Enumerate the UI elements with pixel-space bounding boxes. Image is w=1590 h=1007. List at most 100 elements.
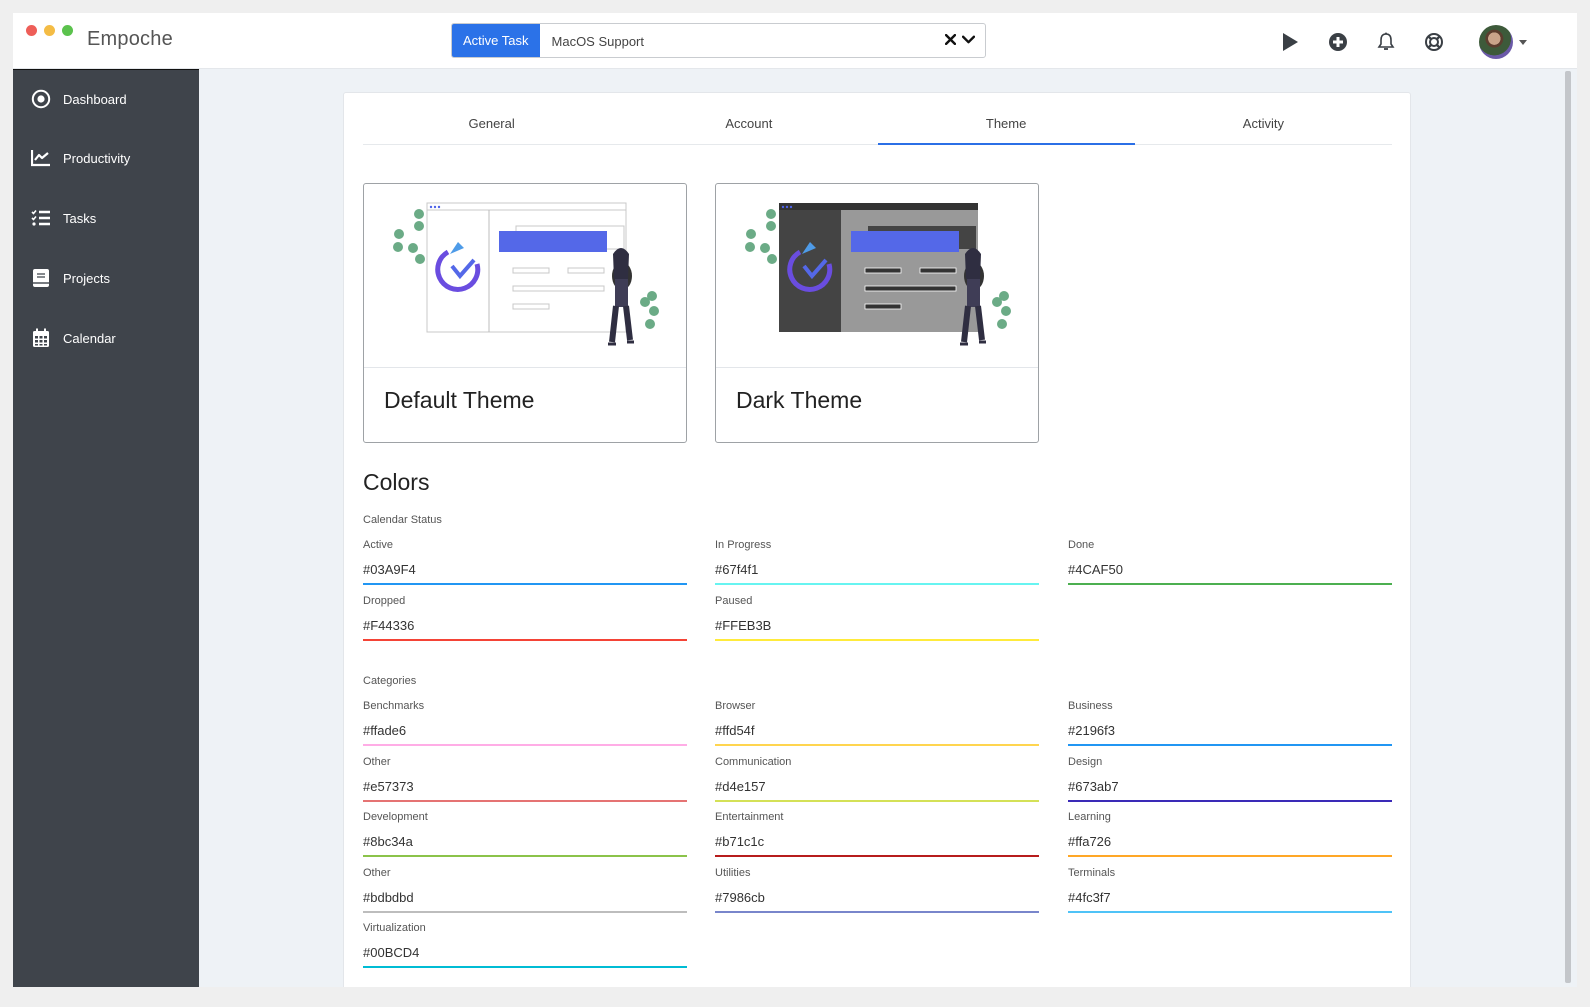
color-swatch-underline [715, 855, 1039, 857]
close-window-button[interactable] [26, 25, 37, 36]
color-swatch-underline [1068, 583, 1392, 585]
color-field-label: Browser [715, 700, 756, 712]
color-value-input[interactable] [363, 610, 687, 633]
active-task-select[interactable]: Active Task MacOS Support [451, 23, 986, 58]
color-field-design: Design [1068, 756, 1392, 802]
color-field-label: Benchmarks [363, 700, 425, 712]
color-value-input[interactable] [1068, 771, 1392, 794]
sidebar: Dashboard Productivity Tasks Projects Ca… [13, 69, 199, 987]
color-field-label: Learning [1068, 811, 1111, 823]
user-menu[interactable] [1479, 25, 1527, 59]
color-swatch-underline [363, 910, 687, 913]
tab-general[interactable]: General [363, 93, 620, 144]
color-value-input[interactable] [363, 771, 687, 794]
app-title: Empoche [87, 28, 173, 50]
color-field-other: Other [363, 867, 687, 913]
color-swatch-underline [1068, 799, 1392, 802]
color-field-label: Business [1068, 700, 1113, 712]
color-field-label: Paused [715, 594, 753, 607]
color-value-input[interactable] [715, 610, 1039, 633]
sidebar-item-dashboard[interactable]: Dashboard [13, 70, 199, 128]
active-task-value[interactable]: MacOS Support [540, 24, 945, 57]
colors-heading: Colors [363, 469, 430, 495]
tab-account[interactable]: Account [620, 93, 877, 144]
color-swatch-underline [715, 910, 1039, 913]
color-swatch-underline [363, 744, 687, 746]
tab-theme[interactable]: Theme [877, 93, 1136, 145]
avatar[interactable] [1479, 25, 1513, 59]
maximize-window-button[interactable] [62, 25, 73, 36]
color-value-input[interactable] [363, 938, 687, 960]
color-field-in-progress: In Progress [715, 539, 1039, 585]
color-value-input[interactable] [363, 827, 687, 849]
color-field-label: Communication [715, 755, 792, 768]
color-swatch-underline [363, 638, 687, 641]
color-field-label: Design [1068, 755, 1103, 768]
color-field-active: Active [363, 539, 687, 585]
app-window: Empoche Active Task MacOS Support Dashbo… [13, 13, 1577, 987]
color-swatch-underline [363, 966, 687, 968]
checklist-icon [31, 208, 51, 228]
color-field-label: Terminals [1068, 866, 1116, 879]
bell-icon[interactable] [1375, 31, 1397, 53]
sidebar-item-projects[interactable]: Projects [13, 248, 199, 308]
color-field-utilities: Utilities [715, 867, 1039, 913]
close-icon[interactable] [944, 32, 957, 49]
dark-theme-card[interactable]: Dark Theme [715, 183, 1039, 443]
color-field-label: In Progress [715, 539, 772, 551]
default-theme-card[interactable]: Default Theme [363, 183, 687, 443]
color-field-paused: Paused [715, 595, 1039, 641]
color-value-input[interactable] [1068, 716, 1392, 738]
sidebar-item-calendar[interactable]: Calendar [13, 308, 199, 368]
calendar-status-label: Calendar Status [363, 514, 442, 526]
color-field-dropped: Dropped [363, 595, 687, 641]
color-field-learning: Learning [1068, 811, 1392, 857]
settings-card: General Account Theme Activity Default T… [343, 92, 1411, 987]
color-swatch-underline [715, 583, 1039, 585]
sidebar-item-label: Productivity [63, 150, 131, 166]
sidebar-item-tasks[interactable]: Tasks [13, 188, 199, 248]
color-swatch-underline [715, 744, 1039, 746]
color-swatch-underline [363, 583, 687, 585]
color-swatch-underline [715, 638, 1039, 641]
plus-circle-icon[interactable] [1327, 31, 1349, 53]
tab-activity[interactable]: Activity [1135, 93, 1392, 144]
color-field-done: Done [1068, 539, 1392, 585]
line-chart-icon [31, 148, 51, 168]
color-value-input[interactable] [715, 555, 1039, 577]
sidebar-item-productivity[interactable]: Productivity [13, 128, 199, 188]
categories-label: Categories [363, 675, 417, 687]
color-value-input[interactable] [363, 555, 687, 577]
color-swatch-underline [363, 855, 687, 857]
lifebuoy-icon[interactable] [1423, 31, 1445, 53]
color-value-input[interactable] [363, 882, 687, 905]
color-field-label: Other [363, 866, 391, 879]
color-field-label: Virtualization [363, 922, 426, 934]
sidebar-item-label: Tasks [63, 210, 97, 226]
dot-circle-icon [31, 89, 51, 109]
minimize-window-button[interactable] [44, 25, 55, 36]
color-value-input[interactable] [715, 716, 1039, 738]
color-value-input[interactable] [715, 882, 1039, 905]
chevron-down-icon[interactable] [961, 32, 976, 49]
color-swatch-underline [1068, 910, 1392, 913]
color-value-input[interactable] [1068, 882, 1392, 905]
default-theme-illustration [364, 184, 686, 368]
color-value-input[interactable] [363, 716, 687, 738]
color-value-input[interactable] [715, 827, 1039, 849]
color-field-benchmarks: Benchmarks [363, 700, 687, 746]
theme-title: Default Theme [384, 387, 535, 413]
top-bar: Empoche Active Task MacOS Support [13, 13, 1577, 69]
color-value-input[interactable] [1068, 827, 1392, 849]
play-icon[interactable] [1279, 31, 1301, 53]
color-swatch-underline [363, 799, 687, 802]
color-field-label: Utilities [715, 866, 751, 879]
color-value-input[interactable] [1068, 555, 1392, 577]
caret-down-icon[interactable] [1519, 39, 1527, 45]
color-value-input[interactable] [715, 771, 1039, 794]
color-field-other: Other [363, 756, 687, 802]
color-field-label: Active [363, 539, 393, 551]
active-task-badge: Active Task [452, 24, 540, 57]
vertical-scrollbar[interactable] [1565, 71, 1571, 983]
sidebar-item-label: Projects [63, 270, 110, 286]
